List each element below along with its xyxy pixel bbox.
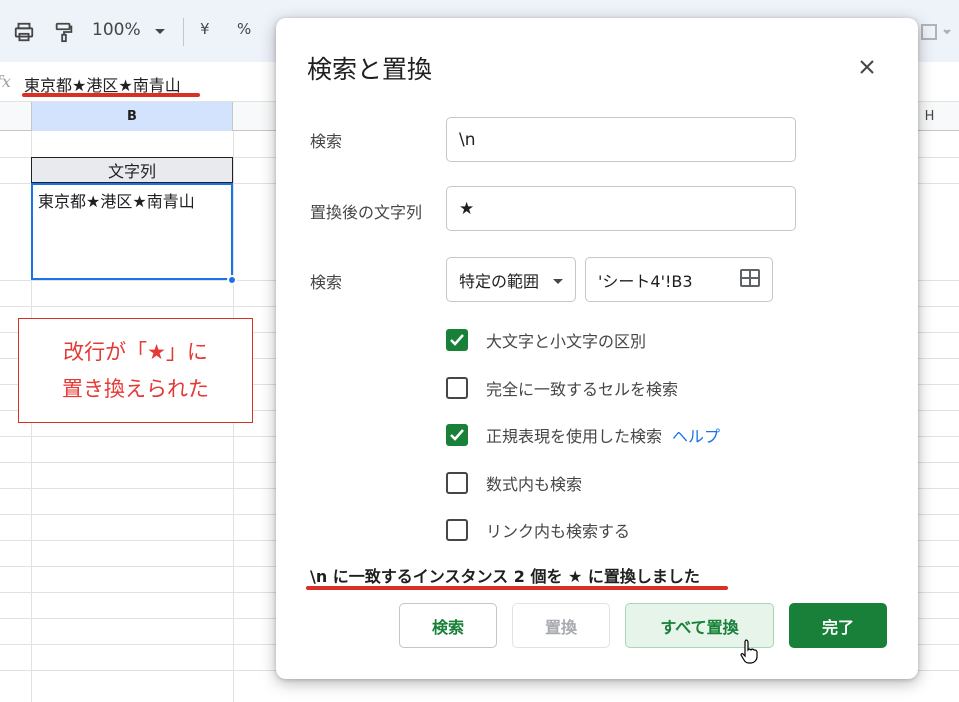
option-label: 大文字と小文字の区別 (486, 332, 647, 351)
currency-format-button[interactable]: ¥ (200, 20, 210, 38)
help-link[interactable]: ヘルプ (672, 423, 720, 447)
checkbox-icon[interactable] (446, 472, 468, 494)
chevron-down-icon (553, 270, 563, 289)
column-header-b[interactable]: B (31, 102, 233, 131)
merge-cells-icon[interactable] (916, 18, 956, 46)
checkbox-icon[interactable] (446, 519, 468, 541)
dialog-title: 検索と置換 (307, 55, 433, 84)
result-message: \n に一致するインスタンス 2 個を ★ に置換しました (310, 567, 700, 586)
paint-format-icon[interactable] (50, 18, 78, 46)
close-icon[interactable] (852, 52, 882, 82)
zoom-dropdown-icon[interactable] (150, 18, 170, 46)
option-label: 数式内も検索 (486, 475, 583, 494)
toolbar-divider (183, 18, 184, 46)
checkbox-checked-icon[interactable] (446, 424, 468, 446)
range-input[interactable]: 'シート4'!B3 (585, 257, 773, 302)
replace-input[interactable]: ★ (446, 186, 796, 231)
checkbox-checked-icon[interactable] (446, 329, 468, 351)
find-input[interactable]: \n (446, 117, 796, 162)
scope-dropdown[interactable]: 特定の範囲 (446, 257, 576, 302)
range-value: 'シート4'!B3 (598, 271, 693, 291)
option-search-links[interactable]: リンク内も検索する (446, 517, 630, 543)
annotation-line-1: 改行が「★」に (63, 339, 208, 364)
zoom-level[interactable]: 100% (92, 20, 141, 40)
search-button[interactable]: 検索 (399, 603, 497, 648)
fill-handle[interactable] (227, 275, 237, 285)
percent-format-button[interactable]: % (237, 20, 251, 38)
annotation-underline (306, 586, 728, 590)
scope-value: 特定の範囲 (459, 271, 540, 291)
replace-button[interactable]: 置換 (512, 603, 610, 648)
scope-label: 検索 (310, 273, 343, 292)
annotation-underline (22, 93, 200, 97)
option-regex[interactable]: 正規表現を使用した検索 ヘルプ (446, 422, 720, 448)
grid-select-icon[interactable] (740, 268, 760, 291)
option-match-entire-cell[interactable]: 完全に一致するセルを検索 (446, 375, 678, 401)
option-label: 正規表現を使用した検索 (486, 427, 663, 446)
find-replace-dialog: 検索と置換 検索 \n 置換後の文字列 ★ 検索 特定の範囲 'シート4'!B3… (276, 18, 918, 679)
option-search-formulas[interactable]: 数式内も検索 (446, 470, 582, 496)
done-button[interactable]: 完了 (789, 603, 887, 648)
cell-b2[interactable]: 文字列 (31, 157, 233, 183)
annotation-callout: 改行が「★」に 置き換えられた (18, 318, 253, 423)
option-label: リンク内も検索する (486, 522, 631, 541)
annotation-line-2: 置き換えられた (62, 376, 209, 401)
option-label: 完全に一致するセルを検索 (486, 380, 679, 399)
option-match-case[interactable]: 大文字と小文字の区別 (446, 327, 646, 353)
fx-icon: fx (0, 72, 11, 91)
cell-b3-selected[interactable]: 東京都★港区★南青山 (31, 183, 233, 280)
print-icon[interactable] (10, 18, 38, 46)
spreadsheet-window: 100% ¥ % fx 東京都★港区★南青山 B H (0, 0, 959, 702)
find-label: 検索 (310, 132, 343, 151)
checkbox-icon[interactable] (446, 377, 468, 399)
replace-label: 置換後の文字列 (310, 203, 423, 222)
hand-cursor-icon (740, 638, 760, 664)
